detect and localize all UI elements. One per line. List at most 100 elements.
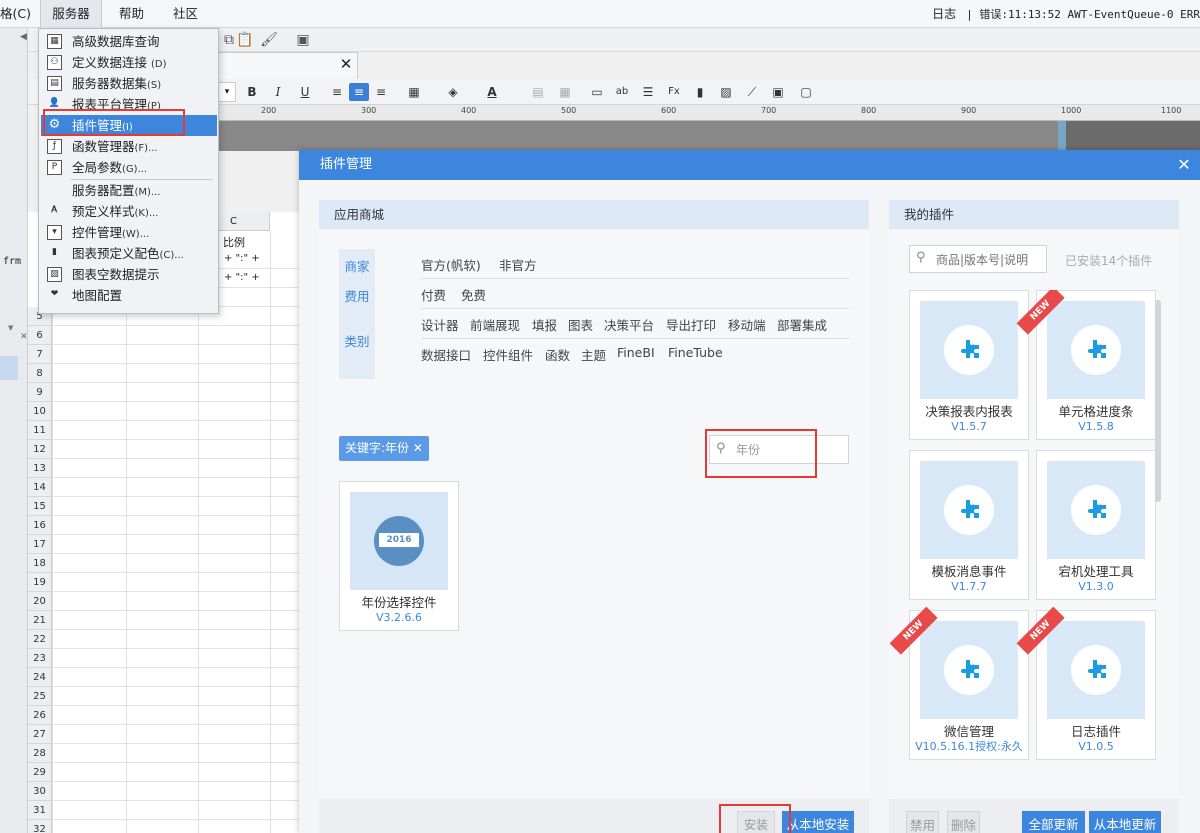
row-number[interactable]: 27 — [28, 725, 52, 744]
close-icon[interactable]: ✕ — [1174, 155, 1194, 175]
menu-item-predefined-style[interactable]: Ꭺ 预定义样式(K)... — [41, 201, 217, 222]
align-left-icon[interactable]: ≡ — [327, 83, 347, 101]
frame-icon[interactable]: ▢ — [796, 83, 816, 101]
collapse-arrow-icon[interactable]: ◀ — [20, 32, 27, 42]
table-row[interactable] — [52, 763, 300, 782]
table-row[interactable] — [52, 364, 300, 383]
row-number[interactable]: 31 — [28, 801, 52, 820]
status-log[interactable]: 日志 — [932, 7, 956, 21]
table-row[interactable] — [52, 782, 300, 801]
template-icon[interactable]: ▣ — [294, 31, 312, 49]
filter-option[interactable]: 图表 — [568, 315, 593, 334]
filter-option[interactable]: 免费 — [461, 285, 486, 304]
formula-icon[interactable]: Fx — [664, 83, 684, 101]
table-row[interactable] — [52, 535, 300, 554]
installed-plugin-card[interactable]: NEW 单元格进度条 V1.5.8 — [1016, 290, 1156, 440]
menu-item-advanced-db-query[interactable]: ▦ 高级数据库查询 — [41, 31, 217, 52]
menu-help[interactable]: 帮助 — [119, 0, 144, 28]
filter-option[interactable]: 导出打印 — [666, 315, 716, 334]
menu-item-server-dataset[interactable]: ▤ 服务器数据集(S) — [41, 73, 217, 94]
filter-option[interactable]: 移动端 — [728, 315, 766, 334]
underline-button[interactable]: U — [295, 83, 315, 101]
row-number[interactable]: 24 — [28, 668, 52, 687]
keyword-tag-close-icon[interactable]: ✕ — [413, 441, 423, 455]
menu-item-server-config[interactable]: 服务器配置(M)... — [41, 180, 217, 201]
installed-plugin-card[interactable]: 模板消息事件 V1.7.7 — [909, 450, 1029, 600]
filter-option[interactable]: 设计器 — [421, 315, 459, 334]
row-number[interactable]: 21 — [28, 611, 52, 630]
table-row[interactable] — [52, 345, 300, 364]
update-from-local-button[interactable]: 从本地更新 — [1089, 811, 1161, 833]
row-number[interactable]: 14 — [28, 478, 52, 497]
installed-plugin-card[interactable]: NEW 微信管理 V10.5.16.1授权:永久 — [889, 606, 1029, 760]
filter-option[interactable]: 数据接口 — [421, 345, 471, 364]
table-row[interactable] — [52, 630, 300, 649]
table-row[interactable] — [52, 744, 300, 763]
row-number[interactable]: 17 — [28, 535, 52, 554]
cell-c-label[interactable]: 比例 — [223, 234, 245, 250]
row-number[interactable]: 7 — [28, 345, 52, 364]
row-number[interactable]: 6 — [28, 326, 52, 345]
panel-close-icon[interactable]: ✕ — [20, 332, 28, 342]
selected-node[interactable] — [0, 356, 18, 380]
row-number[interactable]: 9 — [28, 383, 52, 402]
filter-option[interactable]: 控件组件 — [483, 345, 533, 364]
table-row[interactable] — [52, 459, 300, 478]
table-row[interactable] — [52, 478, 300, 497]
menu-server[interactable]: 服务器 — [40, 0, 102, 28]
table-row[interactable] — [52, 706, 300, 725]
row-number[interactable]: 26 — [28, 706, 52, 725]
rich-text-icon[interactable]: ☰ — [638, 83, 658, 101]
row-number[interactable]: 11 — [28, 421, 52, 440]
filter-option[interactable]: 官方(帆软) — [421, 255, 481, 274]
menu-community[interactable]: 社区 — [173, 0, 198, 28]
store-plugin-card[interactable]: 2016 年份选择控件 V3.2.6.6 — [339, 481, 459, 631]
row-number[interactable]: 30 — [28, 782, 52, 801]
row-number[interactable]: 23 — [28, 649, 52, 668]
my-plugins-search-box[interactable]: ⚲ — [909, 245, 1047, 273]
subreport-icon[interactable]: ▣ — [768, 83, 788, 101]
border-icon[interactable]: ▦ — [404, 83, 424, 101]
filter-option[interactable]: 付费 — [421, 285, 446, 304]
table-row[interactable] — [52, 611, 300, 630]
row-number[interactable]: 15 — [28, 497, 52, 516]
row-number[interactable]: 18 — [28, 554, 52, 573]
font-size-dropdown[interactable]: ▾ — [218, 82, 236, 102]
fill-color-icon[interactable]: ◈ — [443, 83, 463, 101]
row-number[interactable]: 10 — [28, 402, 52, 421]
installed-plugin-card[interactable]: 决策报表内报表 V1.5.7 — [909, 290, 1029, 440]
image-icon[interactable]: ▨ — [716, 83, 736, 101]
table-row[interactable] — [52, 592, 300, 611]
filter-option[interactable]: 填报 — [532, 315, 557, 334]
table-row[interactable] — [52, 497, 300, 516]
filter-option[interactable]: FineBI — [617, 345, 655, 360]
table-row[interactable] — [52, 402, 300, 421]
table-row[interactable] — [52, 725, 300, 744]
merge-icon[interactable]: ▤ — [528, 83, 548, 101]
filter-option[interactable]: FineTube — [668, 345, 723, 360]
installed-plugin-card[interactable]: NEW 日志插件 V1.0.5 — [1016, 606, 1156, 760]
row-number[interactable]: 16 — [28, 516, 52, 535]
field-icon[interactable]: ▭ — [587, 83, 607, 101]
unmerge-icon[interactable]: ▦ — [555, 83, 575, 101]
table-row[interactable] — [52, 326, 300, 345]
text-icon[interactable]: ab — [612, 83, 632, 101]
table-row[interactable] — [52, 687, 300, 706]
italic-button[interactable]: I — [268, 83, 288, 101]
menu-item-widget-manage[interactable]: ▾ 控件管理(W)... — [41, 222, 217, 243]
table-row[interactable] — [52, 573, 300, 592]
filter-option[interactable]: 决策平台 — [604, 315, 654, 334]
row-number[interactable]: 12 — [28, 440, 52, 459]
table-row[interactable] — [52, 516, 300, 535]
table-row[interactable] — [52, 649, 300, 668]
row-number[interactable]: 8 — [28, 364, 52, 383]
filter-option[interactable]: 函数 — [545, 345, 570, 364]
my-plugins-search-input[interactable] — [936, 250, 1044, 269]
disable-button[interactable]: 禁用 — [906, 811, 939, 833]
install-from-local-button[interactable]: 从本地安装 — [782, 811, 854, 833]
installed-plugin-card[interactable]: 宕机处理工具 V1.3.0 — [1036, 450, 1156, 600]
row-number[interactable]: 19 — [28, 573, 52, 592]
row-number[interactable]: 25 — [28, 687, 52, 706]
row-number[interactable]: 28 — [28, 744, 52, 763]
row-number[interactable]: 13 — [28, 459, 52, 478]
